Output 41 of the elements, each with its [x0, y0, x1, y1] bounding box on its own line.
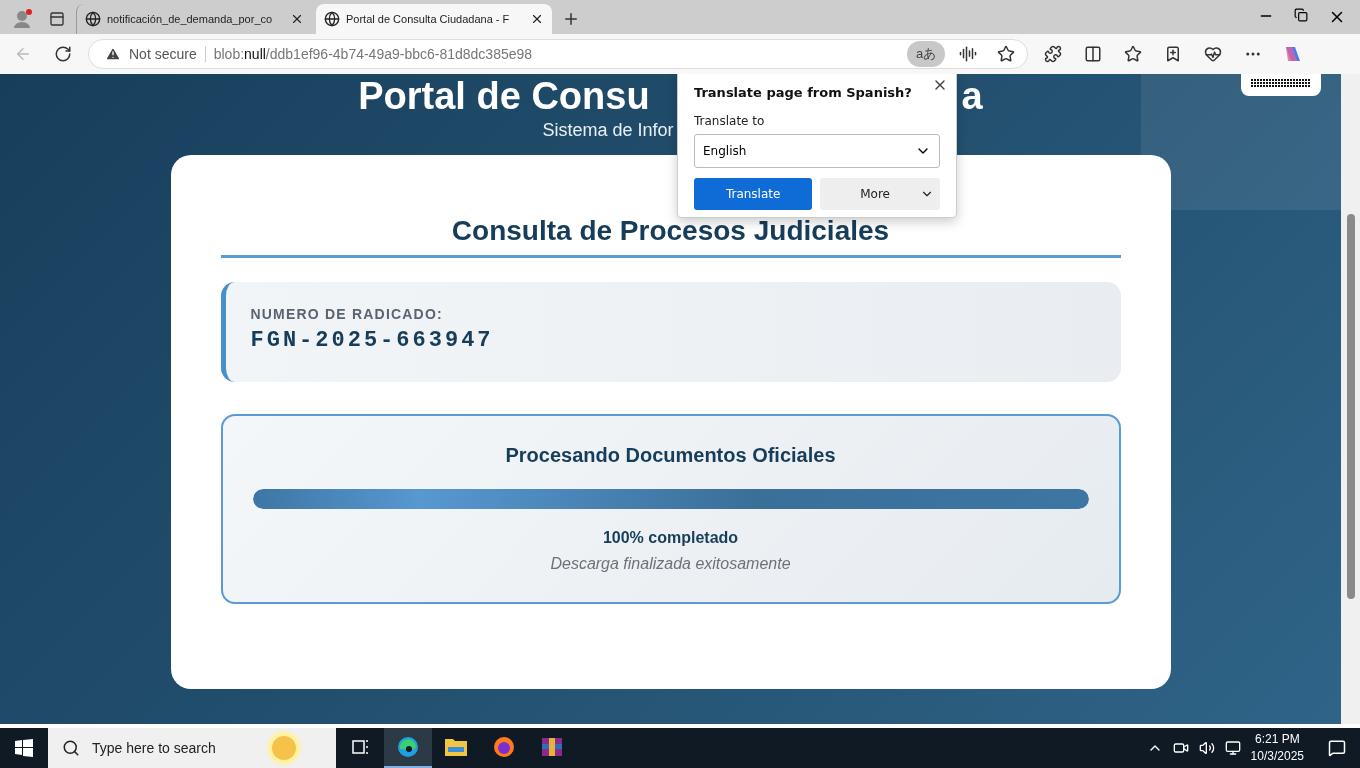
progress-reading: 100% completado	[602, 529, 739, 547]
security-label: Not secure	[129, 46, 197, 62]
translate-button[interactable]: aあ	[907, 41, 945, 67]
address-bar[interactable]: Not secure blob:null/ddb1ef96-4b74-49a9-bbc6-81d8dc385e98 aあ	[88, 39, 1028, 69]
browser-icon	[396, 735, 420, 759]
taskbar-app[interactable]	[384, 728, 432, 768]
folder-icon	[444, 736, 468, 758]
close-icon[interactable]	[290, 12, 304, 26]
close-icon[interactable]	[530, 12, 544, 26]
more-button[interactable]: More	[820, 178, 940, 210]
archive-icon	[540, 735, 564, 759]
network-icon[interactable]	[1224, 740, 1241, 756]
restore-icon[interactable]	[1294, 8, 1308, 22]
browser-tab[interactable]: Portal de Consulta Ciudadana - F	[316, 4, 552, 34]
page-subtitle: Sistema de Infor	[542, 120, 674, 140]
globe-icon	[85, 11, 101, 27]
clock-date: 10/3/2025	[1250, 748, 1304, 765]
url-text: blob:null/ddb1ef96-4b74-49a9-bbc6-81d8dc385e98	[213, 46, 534, 62]
status-text: Descarga finalizada exitosamente	[550, 555, 791, 573]
field-label: NUMERO DE RADICADO:	[250, 306, 444, 322]
page-title: a	[961, 76, 983, 116]
field-label: Translate to	[694, 114, 766, 128]
clock-time: 6:21 PM	[1253, 731, 1301, 748]
notifications-icon[interactable]	[1328, 739, 1346, 757]
firefox-icon	[492, 735, 516, 759]
taskbar-search-field[interactable]: Type here to search	[48, 728, 336, 768]
scrollbar[interactable]	[1341, 74, 1360, 724]
page-title: Portal de Consu	[358, 76, 650, 116]
task-view-icon	[350, 737, 370, 757]
popup-title: Translate page from Spanish?	[694, 85, 913, 100]
globe-icon	[324, 11, 340, 27]
translate-button[interactable]: Translate	[694, 178, 813, 210]
camera-icon[interactable]	[1172, 740, 1189, 756]
volume-icon[interactable]	[1198, 740, 1215, 756]
pattern-icon	[1251, 78, 1311, 88]
case-number: FGN-2025-663947	[250, 328, 495, 353]
scrollbar-thumb[interactable]	[1346, 214, 1355, 599]
search-icon	[62, 739, 80, 757]
warning-icon	[105, 46, 121, 62]
progress-title: Procesando Documentos Oficiales	[505, 444, 836, 467]
language-select[interactable]: English	[694, 134, 940, 168]
